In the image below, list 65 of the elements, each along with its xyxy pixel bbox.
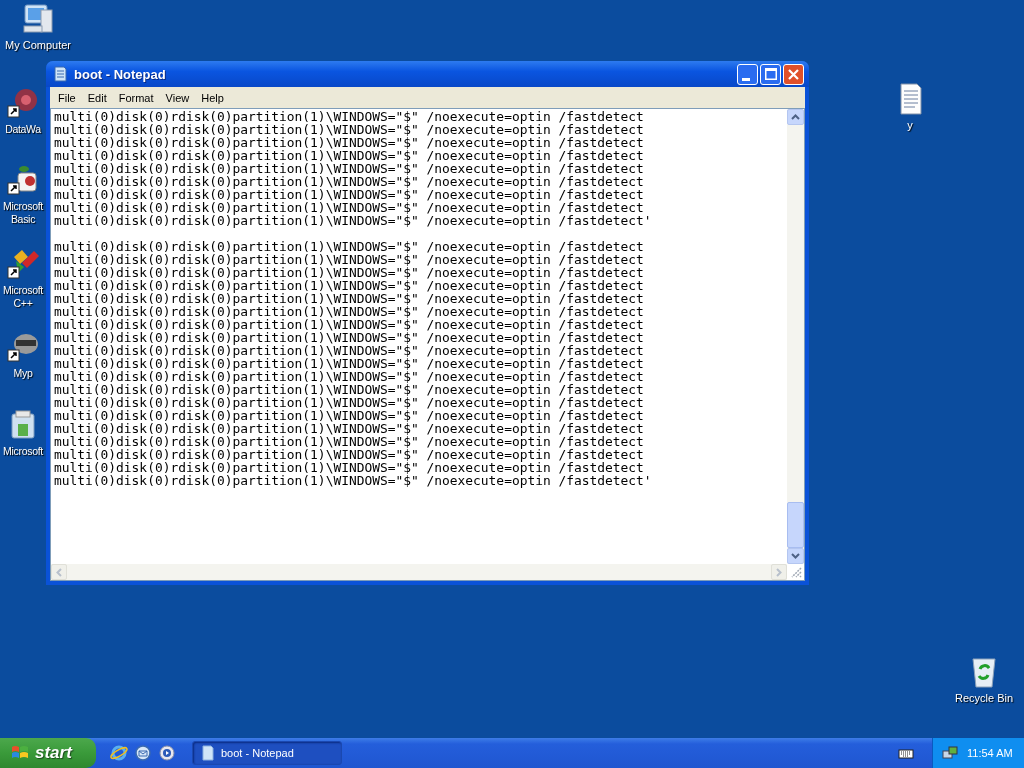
- text-line: multi(0)disk(0)rdisk(0)partition(1)\WINDOWS="$" /noexecute=optin /fastdetect: [54, 201, 645, 214]
- text-line: multi(0)disk(0)rdisk(0)partition(1)\WINDOWS="$" /noexecute=optin /fastdetect: [54, 253, 645, 266]
- close-icon: [788, 68, 799, 80]
- scroll-up-button[interactable]: [787, 109, 804, 125]
- text-line: multi(0)disk(0)rdisk(0)partition(1)\WINDOWS="$" /noexecute=optin /fastdetect: [54, 162, 645, 175]
- menu-item[interactable]: File: [52, 89, 82, 106]
- computer-icon[interactable]: [21, 2, 55, 36]
- scroll-down-button[interactable]: [787, 548, 804, 564]
- menu-item[interactable]: View: [159, 89, 196, 106]
- text-line: multi(0)disk(0)rdisk(0)partition(1)\WINDOWS="$" /noexecute=optin /fastdetect: [54, 396, 645, 409]
- taskbar-button[interactable]: boot - Notepad: [192, 741, 342, 765]
- desktop-icon-label[interactable]: Microsoft: [3, 445, 43, 458]
- text-line: multi(0)disk(0)rdisk(0)partition(1)\WINDOWS="$" /noexecute=optin /fastdetect: [54, 435, 645, 448]
- vertical-scrollbar[interactable]: [787, 109, 804, 564]
- text-line: multi(0)disk(0)rdisk(0)partition(1)\WINDOWS="$" /noexecute=optin /fastdetect: [54, 175, 645, 188]
- text-line: multi(0)disk(0)rdisk(0)partition(1)\WINDOWS="$" /noexecute=optin /fastdetect: [54, 266, 645, 279]
- text-line: multi(0)disk(0)rdisk(0)partition(1)\WINDOWS="$" /noexecute=optin /fastdetect: [54, 448, 645, 461]
- notepad-icon: [52, 66, 68, 82]
- text-line: multi(0)disk(0)rdisk(0)partition(1)\WINDOWS="$" /noexecute=optin /fastdetect: [54, 461, 645, 474]
- desktop-icon-label[interactable]: DataWa: [5, 123, 41, 136]
- network-icon[interactable]: [941, 745, 959, 761]
- text-line: multi(0)disk(0)rdisk(0)partition(1)\WINDOWS="$" /noexecute=optin /fastdetect: [54, 344, 645, 357]
- text-line: multi(0)disk(0)rdisk(0)partition(1)\WINDOWS="$" /noexecute=optin /fastdetect': [54, 474, 653, 487]
- text-line: multi(0)disk(0)rdisk(0)partition(1)\WINDOWS="$" /noexecute=optin /fastdetect: [54, 149, 645, 162]
- notepad-icon: [201, 745, 215, 761]
- maximize-icon: [764, 68, 777, 80]
- window-title: boot - Notepad: [74, 66, 166, 82]
- scroll-thumb[interactable]: [787, 502, 804, 548]
- shortcut-icon[interactable]: [6, 247, 40, 281]
- desktop-icon-label[interactable]: Myp: [13, 367, 33, 380]
- browser-icon[interactable]: [110, 744, 128, 762]
- text-line: multi(0)disk(0)rdisk(0)partition(1)\WINDOWS="$" /noexecute=optin /fastdetect': [54, 214, 653, 227]
- text-line: multi(0)disk(0)rdisk(0)partition(1)\WINDOWS="$" /noexecute=optin /fastdetect: [54, 188, 645, 201]
- text-line: multi(0)disk(0)rdisk(0)partition(1)\WINDOWS="$" /noexecute=optin /fastdetect: [54, 240, 645, 253]
- media-player-icon[interactable]: [158, 744, 176, 762]
- menu-item[interactable]: Edit: [81, 89, 113, 106]
- text-line: multi(0)disk(0)rdisk(0)partition(1)\WINDOWS="$" /noexecute=optin /fastdetect: [54, 422, 645, 435]
- text-line: multi(0)disk(0)rdisk(0)partition(1)\WINDOWS="$" /noexecute=optin /fastdetect: [54, 110, 645, 123]
- text-line: multi(0)disk(0)rdisk(0)partition(1)\WINDOWS="$" /noexecute=optin /fastdetect: [54, 409, 645, 422]
- text-line: multi(0)disk(0)rdisk(0)partition(1)\WINDOWS="$" /noexecute=optin /fastdetect: [54, 357, 645, 370]
- keyboard-icon[interactable]: [898, 747, 914, 759]
- shortcut-icon[interactable]: [6, 163, 40, 197]
- shortcut-icon[interactable]: [6, 86, 40, 120]
- menu-item[interactable]: Help: [195, 89, 230, 106]
- text-line: multi(0)disk(0)rdisk(0)partition(1)\WINDOWS="$" /noexecute=optin /fastdetect: [54, 305, 645, 318]
- maximize-button[interactable]: [760, 63, 781, 85]
- text-line: multi(0)disk(0)rdisk(0)partition(1)\WINDOWS="$" /noexecute=optin /fastdetect: [54, 292, 645, 305]
- menu-item[interactable]: Format: [112, 89, 160, 106]
- text-line: multi(0)disk(0)rdisk(0)partition(1)\WINDOWS="$" /noexecute=optin /fastdetect: [54, 383, 645, 396]
- desktop-icon-label[interactable]: Microsoft Basic: [0, 200, 46, 226]
- start-button[interactable]: start: [0, 738, 96, 768]
- text-line: multi(0)disk(0)rdisk(0)partition(1)\WINDOWS="$" /noexecute=optin /fastdetect: [54, 318, 645, 331]
- minimize-button[interactable]: [737, 63, 758, 85]
- text-line: multi(0)disk(0)rdisk(0)partition(1)\WINDOWS="$" /noexecute=optin /fastdetect: [54, 279, 645, 292]
- close-button[interactable]: [783, 63, 804, 85]
- text-line: multi(0)disk(0)rdisk(0)partition(1)\WINDOWS="$" /noexecute=optin /fastdetect: [54, 123, 645, 136]
- text-line: multi(0)disk(0)rdisk(0)partition(1)\WINDOWS="$" /noexecute=optin /fastdetect: [54, 136, 645, 149]
- minimize-icon: [741, 77, 750, 81]
- desktop-icon-label[interactable]: My Computer: [5, 39, 71, 52]
- text-line: multi(0)disk(0)rdisk(0)partition(1)\WINDOWS="$" /noexecute=optin /fastdetect: [54, 331, 645, 344]
- text-line: multi(0)disk(0)rdisk(0)partition(1)\WINDOWS="$" /noexecute=optin /fastdetect: [54, 370, 645, 383]
- desktop-icon-label[interactable]: y: [907, 119, 913, 132]
- desktop-icon-label[interactable]: Microsoft C++: [0, 284, 46, 310]
- desktop-icon-label[interactable]: Recycle Bin: [954, 692, 1014, 705]
- mail-icon[interactable]: [134, 744, 152, 762]
